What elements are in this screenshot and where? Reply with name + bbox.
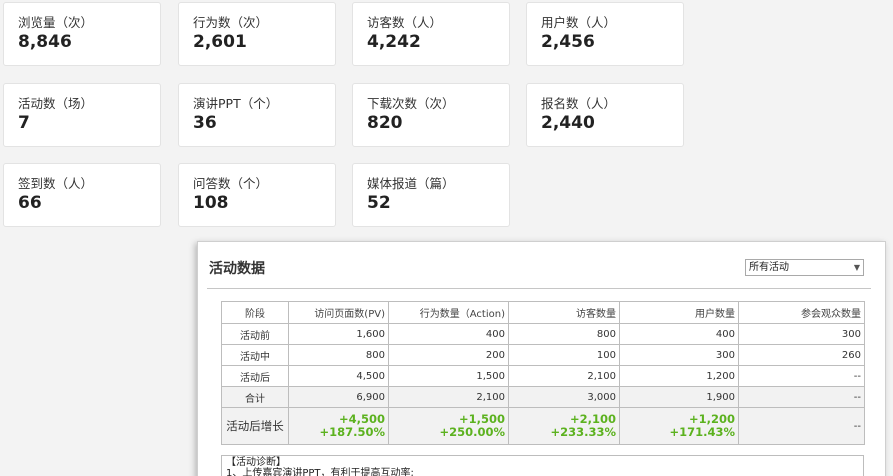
table-total-row: 合计 6,900 2,100 3,000 1,900 -- [221, 386, 865, 408]
column-header: 参会观众数量 [738, 301, 865, 324]
table-cell: 2,100 [508, 365, 620, 387]
stat-label: 活动数（场） [18, 96, 94, 111]
stat-card-actions: 行为数（次） 2,601 [178, 2, 336, 66]
activity-data-panel: 活动数据 所有活动 ▼ 阶段 访问页面数(PV) 行为数量（Action) 访客… [197, 241, 886, 476]
table-cell: -- [738, 365, 865, 387]
diagnosis-line: 1、上传嘉宾演讲PPT，有利于提高互动率; [226, 468, 414, 476]
table-growth-row: 活动后增长 +4,500 +187.50% +1,500 +250.00% +2… [221, 407, 865, 445]
table-cell: 300 [619, 344, 739, 366]
stat-label: 下载次数（次） [367, 96, 455, 111]
table-row: 活动中 800 200 100 300 260 [221, 344, 865, 366]
column-header: 访问页面数(PV) [288, 301, 389, 324]
table-cell: 1,900 [619, 386, 739, 408]
column-header: 阶段 [221, 301, 289, 324]
stat-label: 访客数（人） [367, 15, 443, 30]
column-header: 行为数量（Action) [388, 301, 509, 324]
growth-percent: +250.00% [439, 425, 505, 439]
stat-value: 8,846 [18, 32, 72, 52]
stat-value: 7 [18, 113, 30, 133]
stat-value: 36 [193, 113, 217, 133]
stat-card-registrations: 报名数（人） 2,440 [526, 83, 684, 147]
chevron-down-icon: ▼ [853, 263, 860, 272]
activity-diagnosis: 【活动诊断】 1、上传嘉宾演讲PPT，有利于提高互动率; [221, 455, 864, 476]
activity-select-value: 所有活动 [749, 262, 789, 273]
growth-label: 活动后增长 [221, 407, 289, 445]
table-cell: 4,500 [288, 365, 389, 387]
column-header: 用户数量 [619, 301, 739, 324]
activity-data-table: 阶段 访问页面数(PV) 行为数量（Action) 访客数量 用户数量 参会观众… [221, 301, 865, 445]
table-cell: 800 [288, 344, 389, 366]
table-cell: 400 [388, 323, 509, 345]
table-cell: 400 [619, 323, 739, 345]
stat-card-pageviews: 浏览量（次） 8,846 [3, 2, 161, 66]
growth-cell: +2,100 +233.33% [508, 407, 620, 445]
growth-percent: +171.43% [669, 425, 735, 439]
stat-card-ppt: 演讲PPT（个） 36 [178, 83, 336, 147]
table-cell: 1,500 [388, 365, 509, 387]
stat-card-visitors: 访客数（人） 4,242 [352, 2, 510, 66]
stat-value: 820 [367, 113, 403, 133]
stat-value: 2,456 [541, 32, 595, 52]
table-cell: 1,600 [288, 323, 389, 345]
table-cell: 800 [508, 323, 620, 345]
growth-percent: +233.33% [550, 425, 616, 439]
stat-label: 媒体报道（篇） [367, 176, 455, 191]
table-header-row: 阶段 访问页面数(PV) 行为数量（Action) 访客数量 用户数量 参会观众… [221, 301, 865, 324]
growth-cell: +1,500 +250.00% [388, 407, 509, 445]
table-cell: 200 [388, 344, 509, 366]
stat-card-users: 用户数（人） 2,456 [526, 2, 684, 66]
activity-select[interactable]: 所有活动 ▼ [745, 259, 864, 276]
table-cell: -- [738, 407, 865, 445]
table-cell: 1,200 [619, 365, 739, 387]
stat-card-events: 活动数（场） 7 [3, 83, 161, 147]
table-cell: 2,100 [388, 386, 509, 408]
table-row: 活动前 1,600 400 800 400 300 [221, 323, 865, 345]
stat-label: 行为数（次） [193, 15, 269, 30]
table-cell: 活动中 [221, 344, 289, 366]
growth-percent: +187.50% [319, 425, 385, 439]
table-cell: 300 [738, 323, 865, 345]
stat-label: 报名数（人） [541, 96, 617, 111]
stat-label: 演讲PPT（个） [193, 96, 279, 111]
stat-card-media: 媒体报道（篇） 52 [352, 163, 510, 227]
stat-card-checkins: 签到数（人） 66 [3, 163, 161, 227]
stat-label: 用户数（人） [541, 15, 617, 30]
stat-label: 签到数（人） [18, 176, 94, 191]
table-cell: 活动前 [221, 323, 289, 345]
table-cell: 活动后 [221, 365, 289, 387]
table-cell: 合计 [221, 386, 289, 408]
stat-value: 2,601 [193, 32, 247, 52]
growth-cell: +4,500 +187.50% [288, 407, 389, 445]
table-row: 活动后 4,500 1,500 2,100 1,200 -- [221, 365, 865, 387]
column-header: 访客数量 [508, 301, 620, 324]
table-cell: 260 [738, 344, 865, 366]
diagnosis-title: 【活动诊断】 [226, 457, 286, 468]
table-cell: 3,000 [508, 386, 620, 408]
divider [207, 288, 871, 289]
stat-value: 2,440 [541, 113, 595, 133]
growth-cell: +1,200 +171.43% [619, 407, 739, 445]
panel-title: 活动数据 [209, 261, 265, 277]
stat-value: 66 [18, 193, 42, 213]
stat-value: 52 [367, 193, 391, 213]
table-cell: 100 [508, 344, 620, 366]
stat-value: 4,242 [367, 32, 421, 52]
stat-label: 浏览量（次） [18, 15, 94, 30]
stat-card-downloads: 下载次数（次） 820 [352, 83, 510, 147]
table-cell: -- [738, 386, 865, 408]
table-cell: 6,900 [288, 386, 389, 408]
stat-card-qa: 问答数（个） 108 [178, 163, 336, 227]
stat-label: 问答数（个） [193, 176, 269, 191]
stat-value: 108 [193, 193, 229, 213]
